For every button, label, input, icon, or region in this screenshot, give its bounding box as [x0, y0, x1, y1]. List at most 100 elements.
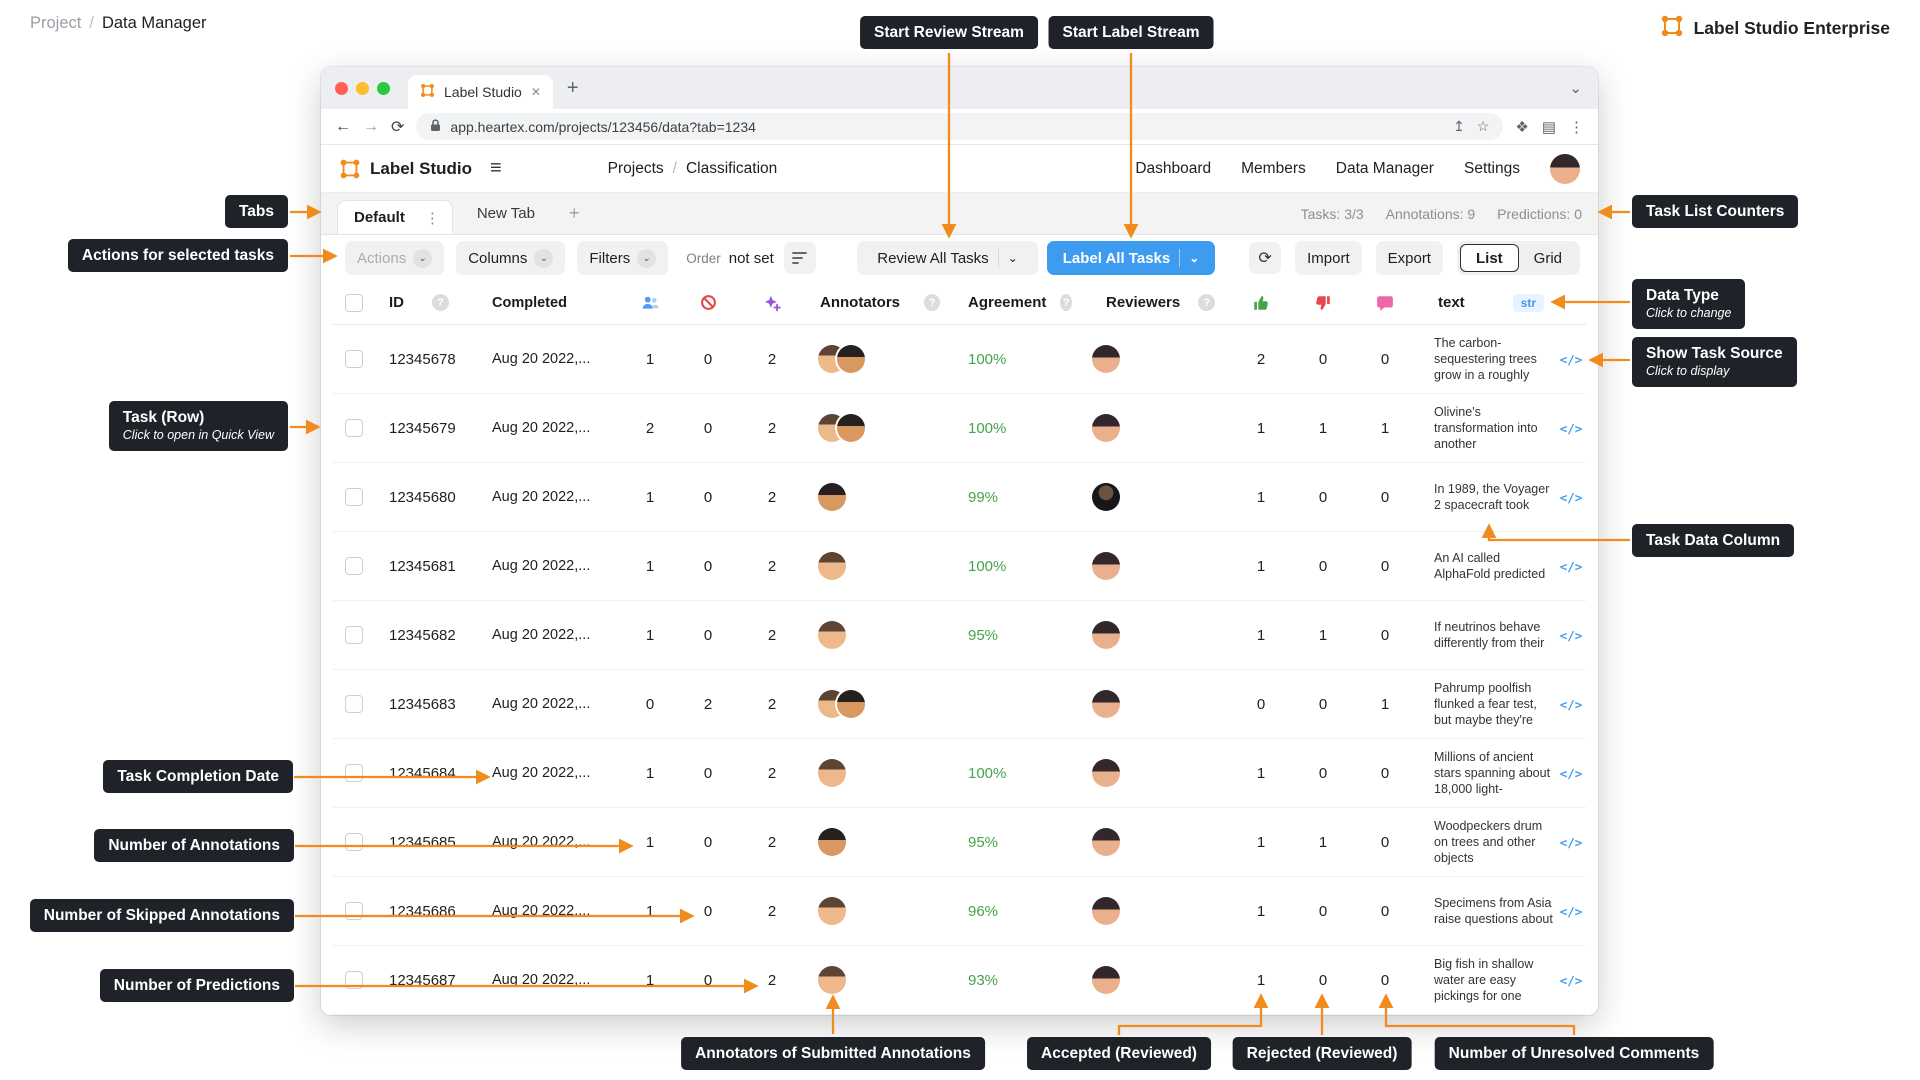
- add-view-tab-button[interactable]: +: [559, 203, 590, 224]
- task-source-icon[interactable]: </>: [1560, 904, 1583, 919]
- back-icon[interactable]: ←: [335, 118, 351, 136]
- header-text[interactable]: text: [1438, 294, 1465, 311]
- table-row[interactable]: 12345679 Aug 20 2022,... 2 0 2 100% 1 1 …: [333, 394, 1586, 463]
- table-row[interactable]: 12345686 Aug 20 2022,... 1 0 2 96% 1 0 0…: [333, 877, 1586, 946]
- tab-search-chevron-icon[interactable]: ⌄: [1569, 79, 1582, 97]
- help-icon[interactable]: ?: [1198, 294, 1215, 311]
- task-source-icon[interactable]: </>: [1560, 490, 1583, 505]
- header-accepted-icon[interactable]: [1230, 294, 1292, 312]
- chevron-down-icon[interactable]: ⌄: [1008, 251, 1018, 265]
- sidebar-icon[interactable]: ▤: [1542, 118, 1556, 136]
- task-source-icon[interactable]: </>: [1560, 973, 1583, 988]
- task-text: The carbon-sequestering trees grow in a …: [1416, 335, 1556, 384]
- row-checkbox[interactable]: [345, 488, 363, 506]
- data-type-badge[interactable]: str: [1513, 294, 1544, 312]
- app-logo[interactable]: Label Studio: [339, 158, 472, 180]
- actions-dropdown[interactable]: Actions ⌄: [345, 241, 444, 275]
- header-id[interactable]: ID: [389, 294, 404, 311]
- sort-order-icon[interactable]: [784, 242, 816, 274]
- header-skipped-icon[interactable]: [676, 294, 740, 311]
- header-agreement[interactable]: Agreement: [968, 294, 1046, 311]
- header-reviewers[interactable]: Reviewers: [1106, 294, 1180, 311]
- help-icon[interactable]: ?: [1060, 294, 1072, 311]
- tab-default[interactable]: Default ⋮: [337, 200, 453, 234]
- row-checkbox[interactable]: [345, 626, 363, 644]
- task-source-icon[interactable]: </>: [1560, 421, 1583, 436]
- extensions-icon[interactable]: ❖: [1515, 118, 1528, 136]
- header-completed[interactable]: Completed: [486, 295, 624, 311]
- task-source-icon[interactable]: </>: [1560, 766, 1583, 781]
- row-checkbox[interactable]: [345, 971, 363, 989]
- columns-dropdown[interactable]: Columns ⌄: [456, 241, 565, 275]
- annotator-avatar: [837, 345, 865, 373]
- nav-item-settings[interactable]: Settings: [1464, 160, 1520, 178]
- task-source-icon[interactable]: </>: [1560, 628, 1583, 643]
- order-value[interactable]: not set: [729, 250, 774, 267]
- row-checkbox[interactable]: [345, 764, 363, 782]
- callout-subtitle: Click to open in Quick View: [123, 428, 274, 444]
- table-row[interactable]: 12345678 Aug 20 2022,... 1 0 2 100% 2 0 …: [333, 325, 1586, 394]
- table-row[interactable]: 12345687 Aug 20 2022,... 1 0 2 93% 1 0 0…: [333, 946, 1586, 1015]
- filters-dropdown[interactable]: Filters ⌄: [577, 241, 668, 275]
- table-row[interactable]: 12345681 Aug 20 2022,... 1 0 2 100% 1 0 …: [333, 532, 1586, 601]
- row-checkbox[interactable]: [345, 557, 363, 575]
- nav-item-dashboard[interactable]: Dashboard: [1135, 160, 1211, 178]
- hamburger-menu-icon[interactable]: ≡: [490, 157, 502, 180]
- address-bar[interactable]: app.heartex.com/projects/123456/data?tab…: [416, 113, 1503, 140]
- export-button[interactable]: Export: [1376, 241, 1443, 275]
- row-checkbox[interactable]: [345, 902, 363, 920]
- task-source-icon[interactable]: </>: [1560, 835, 1583, 850]
- breadcrumb-projects[interactable]: Projects: [608, 160, 664, 178]
- annotator-avatar: [818, 759, 846, 787]
- header-annotations-count-icon[interactable]: [624, 294, 676, 312]
- breadcrumb-root[interactable]: Project: [30, 14, 81, 33]
- chevron-down-icon[interactable]: ⌄: [1189, 251, 1199, 265]
- review-all-tasks-button[interactable]: Review All Tasks ⌄: [857, 241, 1038, 275]
- task-id: 12345678: [369, 351, 486, 368]
- row-checkbox[interactable]: [345, 695, 363, 713]
- bookmark-star-icon[interactable]: ☆: [1477, 118, 1490, 135]
- nav-item-data-manager[interactable]: Data Manager: [1336, 160, 1434, 178]
- tab-new-tab[interactable]: New Tab: [453, 205, 559, 222]
- tab-options-kebab-icon[interactable]: ⋮: [425, 209, 440, 227]
- close-window-button[interactable]: [335, 82, 348, 95]
- table-row[interactable]: 12345684 Aug 20 2022,... 1 0 2 100% 1 0 …: [333, 739, 1586, 808]
- minimize-window-button[interactable]: [356, 82, 369, 95]
- header-annotators[interactable]: Annotators: [820, 294, 900, 311]
- comments-count: 1: [1354, 420, 1416, 437]
- header-rejected-icon[interactable]: [1292, 294, 1354, 312]
- table-row[interactable]: 12345682 Aug 20 2022,... 1 0 2 95% 1 1 0…: [333, 601, 1586, 670]
- maximize-window-button[interactable]: [377, 82, 390, 95]
- select-all-checkbox[interactable]: [345, 294, 363, 312]
- import-button[interactable]: Import: [1295, 241, 1362, 275]
- table-row[interactable]: 12345683 Aug 20 2022,... 0 2 2 0 0 1 Pah…: [333, 670, 1586, 739]
- share-icon[interactable]: ↥: [1453, 118, 1465, 135]
- help-icon[interactable]: ?: [432, 294, 449, 311]
- reload-icon[interactable]: ⟳: [391, 117, 404, 137]
- task-source-icon[interactable]: </>: [1560, 697, 1583, 712]
- browser-tab[interactable]: Label Studio ✕: [408, 75, 553, 109]
- table-row[interactable]: 12345680 Aug 20 2022,... 1 0 2 99% 1 0 0…: [333, 463, 1586, 532]
- header-predictions-icon[interactable]: [740, 294, 804, 312]
- task-text: Pahrump poolfish flunked a fear test, bu…: [1416, 680, 1556, 729]
- view-grid-button[interactable]: Grid: [1519, 244, 1577, 272]
- close-tab-icon[interactable]: ✕: [531, 85, 541, 99]
- row-checkbox[interactable]: [345, 350, 363, 368]
- callout-start-review-stream: Start Review Stream: [860, 16, 1038, 49]
- row-checkbox[interactable]: [345, 833, 363, 851]
- forward-icon[interactable]: →: [363, 118, 379, 136]
- refresh-icon[interactable]: ⟳: [1249, 242, 1281, 274]
- task-source-icon[interactable]: </>: [1560, 352, 1583, 367]
- label-all-tasks-button[interactable]: Label All Tasks ⌄: [1047, 241, 1215, 275]
- nav-item-members[interactable]: Members: [1241, 160, 1306, 178]
- skipped-count: 0: [676, 834, 740, 851]
- user-avatar[interactable]: [1550, 154, 1580, 184]
- table-row[interactable]: 12345685 Aug 20 2022,... 1 0 2 95% 1 1 0…: [333, 808, 1586, 877]
- row-checkbox[interactable]: [345, 419, 363, 437]
- new-tab-button[interactable]: +: [567, 78, 579, 98]
- browser-menu-icon[interactable]: ⋮: [1569, 118, 1584, 136]
- header-comments-icon[interactable]: [1354, 294, 1416, 312]
- view-list-button[interactable]: List: [1460, 244, 1519, 272]
- task-source-icon[interactable]: </>: [1560, 559, 1583, 574]
- help-icon[interactable]: ?: [924, 294, 940, 311]
